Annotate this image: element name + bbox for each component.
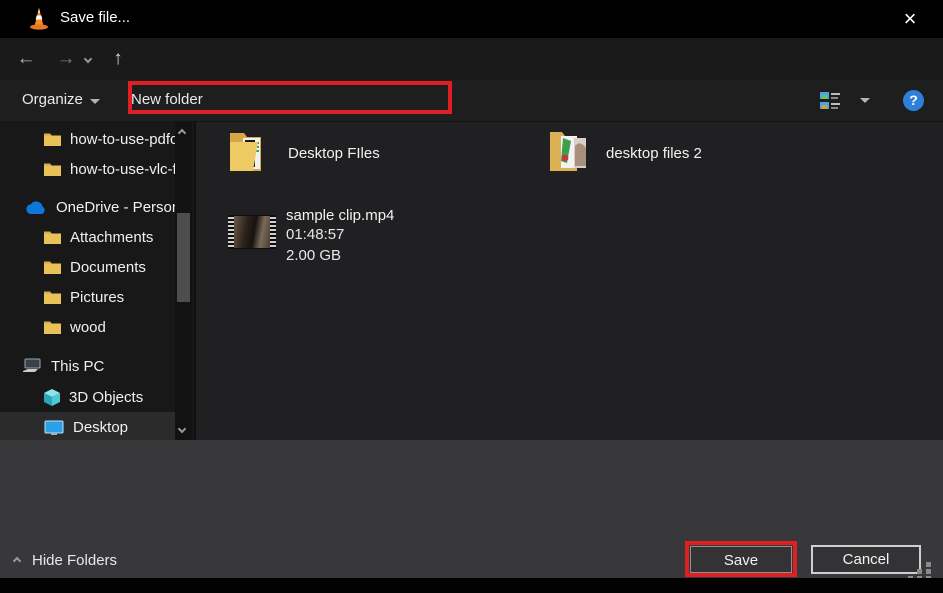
sidebar-item-this-pc[interactable]: This PC bbox=[22, 351, 196, 381]
folder-icon bbox=[44, 290, 61, 304]
scrollbar-thumb[interactable] bbox=[177, 213, 190, 302]
save-button[interactable]: Save bbox=[690, 546, 792, 573]
computer-icon bbox=[22, 358, 42, 374]
sidebar-item-label: how-to-use-vlc-f bbox=[70, 161, 177, 178]
video-duration: 01:48:57 bbox=[286, 224, 394, 245]
scroll-down-icon[interactable] bbox=[178, 425, 186, 433]
command-toolbar: Organize New folder bbox=[0, 80, 943, 122]
video-thumbnail bbox=[228, 215, 276, 249]
navigation-bar: ← → ↑ › This PC › Desktop › Search Deskt… bbox=[0, 38, 943, 80]
cube-icon bbox=[44, 389, 60, 406]
sidebar-item-label: Pictures bbox=[70, 289, 124, 306]
organize-label: Organize bbox=[22, 91, 83, 108]
sidebar-item-desktop[interactable]: Desktop bbox=[0, 412, 176, 440]
window-bottom-edge bbox=[0, 578, 943, 593]
sidebar-item-wood[interactable]: wood bbox=[44, 312, 196, 342]
sidebar-item-3d-objects[interactable]: 3D Objects bbox=[44, 382, 196, 412]
scroll-up-icon[interactable] bbox=[178, 129, 186, 137]
sidebar-item-label: This PC bbox=[51, 358, 104, 375]
sidebar-item-label: OneDrive - Person bbox=[56, 199, 180, 216]
file-item-desktop-files-2[interactable]: desktop files 2 bbox=[548, 128, 702, 174]
hide-folders-button[interactable]: Hide Folders bbox=[14, 552, 117, 569]
sidebar-item-label: how-to-use-pdfc bbox=[70, 131, 178, 148]
up-button[interactable]: ↑ bbox=[102, 38, 134, 80]
save-file-dialog: Save file... × ← → ↑ › This PC › Desktop… bbox=[0, 0, 943, 593]
help-button[interactable]: ? bbox=[903, 90, 924, 111]
sidebar-item-label: Documents bbox=[70, 259, 146, 276]
folder-icon bbox=[44, 320, 61, 334]
file-item-sample-clip[interactable]: sample clip.mp4 01:48:57 2.00 GB bbox=[228, 207, 394, 266]
forward-button[interactable]: → bbox=[48, 38, 84, 80]
sidebar-item-label: Attachments bbox=[70, 229, 153, 246]
open-folder-icon bbox=[548, 128, 590, 174]
folder-icon bbox=[44, 162, 61, 176]
folder-tree-sidebar: how-to-use-pdfc how-to-use-vlc-f OneDriv… bbox=[0, 122, 196, 440]
recent-locations-chevron-icon[interactable] bbox=[84, 55, 92, 63]
sidebar-scrollbar[interactable] bbox=[175, 122, 192, 440]
close-button[interactable]: × bbox=[887, 0, 933, 38]
window-title: Save file... bbox=[60, 9, 130, 26]
file-item-desktop-files[interactable]: Desktop FIles bbox=[228, 128, 380, 174]
file-name: sample clip.mp4 bbox=[286, 207, 394, 224]
sidebar-item-attachments[interactable]: Attachments bbox=[44, 222, 196, 252]
file-name: desktop files 2 bbox=[606, 145, 702, 174]
sidebar-item-how-to-use-vlc-f[interactable]: how-to-use-vlc-f bbox=[44, 154, 196, 184]
view-mode-icon[interactable] bbox=[820, 91, 842, 111]
cancel-button[interactable]: Cancel bbox=[811, 545, 921, 574]
open-folder-icon bbox=[228, 128, 274, 174]
content-area: how-to-use-pdfc how-to-use-vlc-f OneDriv… bbox=[0, 122, 943, 440]
new-folder-button[interactable]: New folder bbox=[131, 91, 203, 108]
folder-icon bbox=[44, 132, 61, 146]
onedrive-cloud-icon bbox=[24, 200, 47, 215]
title-bar: Save file... × bbox=[0, 0, 943, 38]
folder-icon bbox=[44, 230, 61, 244]
organize-button[interactable]: Organize bbox=[22, 91, 100, 108]
save-form-panel: File name: sample clip.mp4 Save as type:… bbox=[0, 440, 943, 578]
sidebar-item-onedrive[interactable]: OneDrive - Person bbox=[24, 192, 196, 222]
sidebar-item-label: wood bbox=[70, 319, 106, 336]
monitor-icon bbox=[44, 420, 64, 435]
video-size: 2.00 GB bbox=[286, 245, 394, 266]
sidebar-item-how-to-use-pdfc[interactable]: how-to-use-pdfc bbox=[44, 124, 196, 154]
chevron-up-icon bbox=[13, 556, 21, 564]
hide-folders-label: Hide Folders bbox=[32, 552, 117, 569]
sidebar-item-documents[interactable]: Documents bbox=[44, 252, 196, 282]
sidebar-item-label: 3D Objects bbox=[69, 389, 143, 406]
sidebar-item-label: Desktop bbox=[73, 419, 128, 436]
sidebar-item-pictures[interactable]: Pictures bbox=[44, 282, 196, 312]
view-mode-caret-icon[interactable] bbox=[860, 98, 870, 103]
folder-icon bbox=[44, 260, 61, 274]
back-button[interactable]: ← bbox=[8, 38, 44, 80]
file-name: Desktop FIles bbox=[288, 145, 380, 174]
vlc-cone-icon bbox=[26, 6, 52, 32]
organize-caret-icon bbox=[90, 99, 100, 104]
